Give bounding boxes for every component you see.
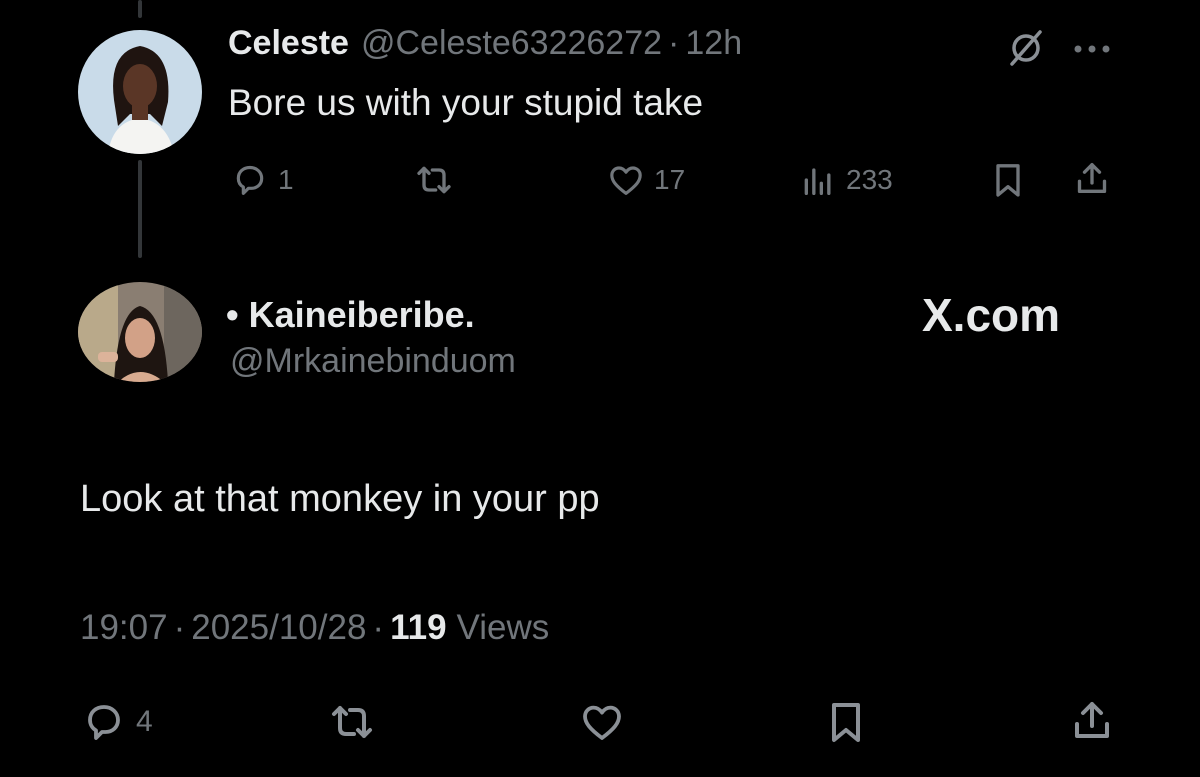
reply-tweet[interactable]: Celeste @Celeste63226272 · 12h Bore us w… [0, 0, 1200, 260]
like-icon[interactable] [576, 698, 628, 746]
views-count: 233 [846, 164, 893, 195]
separator: · [173, 608, 186, 647]
reply-button[interactable]: 4 [80, 698, 153, 746]
avatar[interactable] [78, 30, 202, 154]
share-icon[interactable] [1068, 696, 1116, 744]
separator: · [668, 24, 680, 62]
reply-icon [230, 160, 270, 200]
views-icon [798, 160, 838, 200]
x-watermark: X.com [922, 289, 1061, 341]
like-icon [606, 160, 646, 200]
retweet-button[interactable] [412, 160, 456, 200]
main-tweet: • Kaineiberibe. @Mrkainebinduom X.com Lo… [0, 270, 1200, 777]
like-button[interactable]: 17 [606, 160, 685, 200]
bookmark-icon[interactable] [822, 698, 870, 746]
share-icon[interactable] [1072, 158, 1112, 198]
handle[interactable]: @Celeste63226272 [361, 24, 662, 63]
tweet-date[interactable]: 2025/10/28 [191, 608, 366, 648]
reply-count: 1 [278, 164, 294, 195]
retweet-icon [412, 160, 456, 200]
views-label: Views [456, 608, 550, 647]
views-button[interactable]: 233 [798, 160, 893, 200]
separator: · [372, 608, 385, 647]
grok-icon[interactable] [1006, 30, 1046, 66]
reply-text: Bore us with your stupid take [228, 82, 704, 123]
more-icon[interactable] [1072, 44, 1112, 54]
reply-icon [80, 698, 128, 746]
tweet-time[interactable]: 19:07 [80, 608, 168, 648]
display-name[interactable]: • Kaineiberibe. [226, 294, 475, 336]
views-count: 119 [390, 608, 447, 647]
tweet-meta: 19:07 · 2025/10/28 · 119 Views [80, 608, 549, 648]
bookmark-icon[interactable] [988, 160, 1028, 200]
handle[interactable]: @Mrkainebinduom [230, 342, 516, 381]
reply-count: 4 [136, 705, 153, 738]
tweet-text: Look at that monkey in your pp [80, 478, 600, 520]
avatar[interactable] [78, 282, 202, 382]
timestamp[interactable]: 12h [685, 24, 742, 63]
like-count: 17 [654, 164, 686, 195]
reply-button[interactable]: 1 [230, 160, 294, 200]
reply-header: Celeste @Celeste63226272 · 12h [228, 24, 742, 72]
display-name[interactable]: Celeste [228, 24, 349, 63]
retweet-icon[interactable] [324, 698, 380, 746]
